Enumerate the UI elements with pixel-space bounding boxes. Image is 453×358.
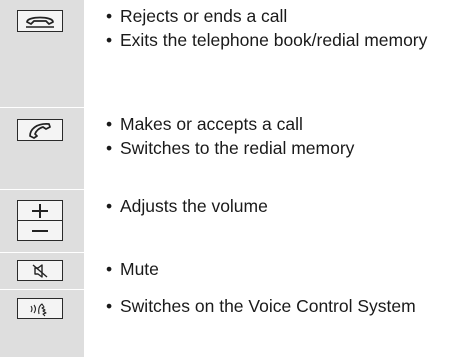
phone-call-icon [17, 119, 63, 141]
description-cell: • Adjusts the volume [84, 190, 453, 252]
mute-icon [17, 260, 63, 281]
list-item: • Mute [106, 259, 159, 279]
voice-control-icon [17, 298, 63, 319]
list-item: • Switches to the redial memory [106, 138, 355, 158]
list-item: • Switches on the Voice Control System [106, 296, 416, 316]
icon-cell [0, 190, 84, 252]
list-item: • Adjusts the volume [106, 196, 268, 216]
icon-cell [0, 108, 84, 189]
phone-end-icon [17, 10, 63, 32]
table-row: • Switches on the Voice Control System [0, 290, 453, 358]
description-cell: • Switches on the Voice Control System [84, 290, 453, 357]
table-row: • Makes or accepts a call • Switches to … [0, 108, 453, 190]
description-cell: • Rejects or ends a call • Exits the tel… [84, 0, 453, 107]
minus-icon [17, 220, 63, 241]
list-item: • Exits the telephone book/redial memory [106, 30, 428, 50]
icon-cell [0, 290, 84, 357]
description-cell: • Mute [84, 253, 453, 289]
list-item: • Makes or accepts a call [106, 114, 303, 134]
table-row: • Mute [0, 253, 453, 290]
description-cell: • Makes or accepts a call • Switches to … [84, 108, 453, 189]
icon-cell [0, 0, 84, 107]
icon-cell [0, 253, 84, 289]
table-row: • Adjusts the volume [0, 190, 453, 253]
list-item: • Rejects or ends a call [106, 6, 288, 26]
button-function-table: • Rejects or ends a call • Exits the tel… [0, 0, 453, 358]
table-row: • Rejects or ends a call • Exits the tel… [0, 0, 453, 108]
plus-icon [17, 200, 63, 221]
